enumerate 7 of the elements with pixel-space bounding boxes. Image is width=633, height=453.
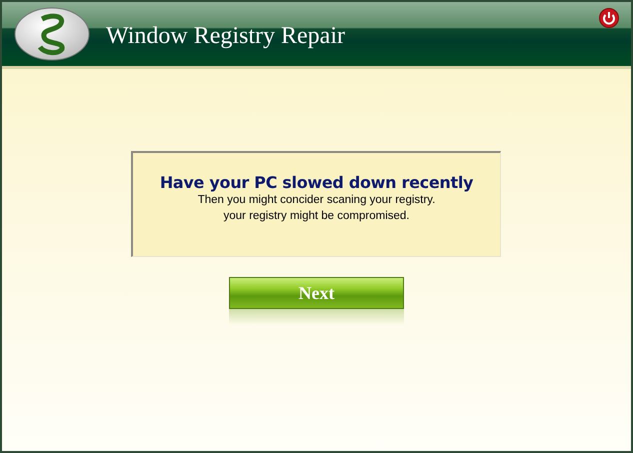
message-text: your registry might be compromised. <box>224 209 410 224</box>
logo-icon <box>14 7 90 61</box>
next-button[interactable]: Next <box>229 277 404 309</box>
message-heading: Have your PC slowed down recently <box>160 173 474 192</box>
window-title: Window Registry Repair <box>106 22 345 50</box>
power-icon[interactable] <box>599 8 619 28</box>
message-text: Then you might concider scaning your registry. <box>198 193 436 208</box>
